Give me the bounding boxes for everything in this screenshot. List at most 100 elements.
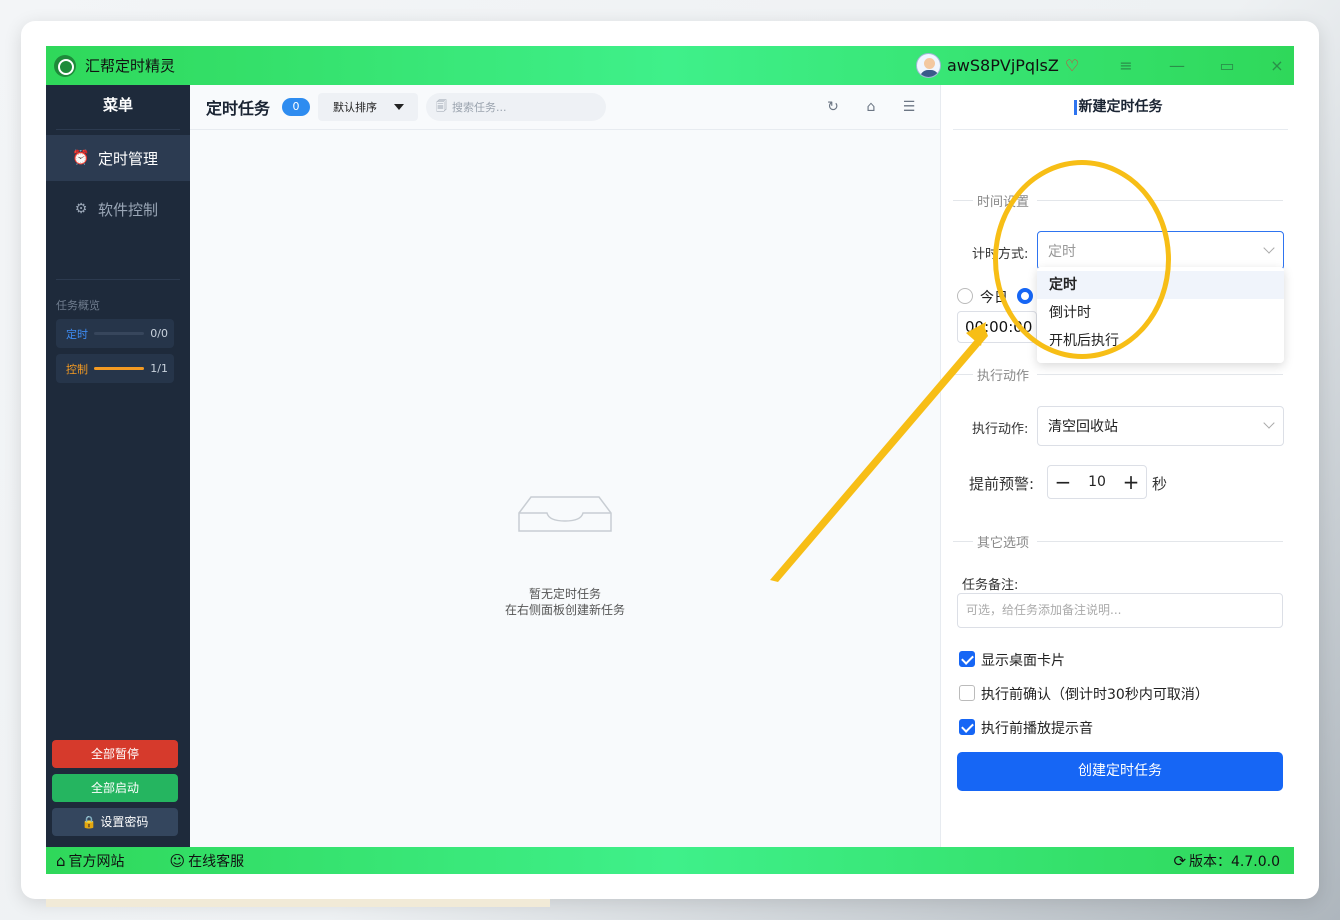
warn-stepper: − 10 + <box>1047 465 1147 499</box>
page-title: 定时任务 <box>206 99 271 118</box>
task-count-badge: 0 <box>282 98 311 116</box>
user-info[interactable]: awS8PVjPqlsZ ♡ <box>916 53 1079 78</box>
plus-icon[interactable]: + <box>1116 467 1146 497</box>
checkbox-label: 执行前播放提示音 <box>981 721 1093 737</box>
list-icon[interactable]: ☰ <box>901 99 917 115</box>
panel-title: 新建定时任务 <box>953 85 1288 130</box>
overview-progress <box>94 332 145 335</box>
new-task-panel: 新建定时任务 时间设置 计时方式: 定时 今日 00:00:00 定时 倒计时 … <box>940 85 1294 847</box>
vip-heart-icon[interactable]: ♡ <box>1065 56 1079 75</box>
lock-icon: 🔒 <box>81 815 97 829</box>
gear-icon: ⚙ <box>74 201 88 217</box>
section-label: 其它选项 <box>977 535 1030 551</box>
taskbar-strip <box>46 899 550 907</box>
alarm-clock-icon: ⏰ <box>72 150 90 166</box>
task-list-header: 定时任务 0 默认排序 🗐 搜索任务... ↻ ⌂ ☰ <box>190 85 940 130</box>
document-search-icon: 🗐 <box>436 99 448 113</box>
radio-today[interactable] <box>957 288 973 304</box>
overview-row-control: 控制 1/1 <box>56 354 174 383</box>
warn-label: 提前预警: <box>969 475 1035 493</box>
status-bar: ⌂ 官方网站 ☺ 在线客服 ⟳ 版本：4.7.0.0 <box>46 847 1294 874</box>
dropdown-option-on-boot[interactable]: 开机后执行 <box>1037 327 1284 355</box>
overview-label: 定时 <box>66 327 88 341</box>
title-bar: 汇帮定时精灵 awS8PVjPqlsZ ♡ ≡ — ▭ × <box>46 46 1294 85</box>
dropdown-option-countdown[interactable]: 倒计时 <box>1037 299 1284 327</box>
avatar[interactable] <box>916 53 941 78</box>
overview-label: 控制 <box>66 362 88 376</box>
chevron-down-icon <box>1263 242 1275 254</box>
start-all-button[interactable]: 全部启动 <box>52 774 178 802</box>
section-other-options: 其它选项 <box>953 531 1283 551</box>
divider <box>56 279 180 280</box>
checkbox-show-desktop-card[interactable] <box>959 651 975 667</box>
empty-line-2: 在右侧面板创建新任务 <box>504 603 625 617</box>
refresh-icon: ⟳ <box>1173 851 1187 870</box>
timing-mode-label: 计时方式: <box>972 247 1029 262</box>
sort-select-value: 默认排序 <box>333 101 378 114</box>
app-title: 汇帮定时精灵 <box>85 57 176 75</box>
task-list-area: 定时任务 0 默认排序 🗐 搜索任务... ↻ ⌂ ☰ 暂无定时任务 在右侧面板… <box>190 85 940 847</box>
empty-inbox-icon <box>518 496 612 532</box>
refresh-icon[interactable]: ↻ <box>825 99 841 115</box>
app-window: 汇帮定时精灵 awS8PVjPqlsZ ♡ ≡ — ▭ × 菜单 ⏰ 定时管理 … <box>46 46 1294 874</box>
sidebar-item-label: 软件控制 <box>98 200 159 219</box>
section-time-settings: 时间设置 <box>953 190 1283 210</box>
set-password-label: 设置密码 <box>100 815 149 829</box>
action-select[interactable]: 清空回收站 <box>1037 406 1284 446</box>
warn-unit: 秒 <box>1152 475 1168 493</box>
section-label: 执行动作 <box>977 368 1030 384</box>
action-label: 执行动作: <box>972 422 1029 437</box>
overview-count: 1/1 <box>150 362 168 375</box>
username[interactable]: awS8PVjPqlsZ <box>947 56 1059 75</box>
warn-value[interactable]: 10 <box>1078 474 1116 490</box>
pause-all-button[interactable]: 全部暂停 <box>52 740 178 768</box>
overview-progress <box>94 367 145 370</box>
minus-icon[interactable]: − <box>1048 467 1078 497</box>
home-icon: ⌂ <box>56 851 66 870</box>
search-input[interactable]: 🗐 搜索任务... <box>426 93 607 121</box>
website-label: 官方网站 <box>68 853 125 870</box>
support-link[interactable]: ☺ 在线客服 <box>170 851 245 871</box>
checkbox-label: 显示桌面卡片 <box>981 653 1065 669</box>
time-input[interactable]: 00:00:00 <box>957 311 1037 343</box>
notes-label: 任务备注: <box>962 578 1019 593</box>
app-logo-icon <box>54 54 76 77</box>
sidebar: 菜单 ⏰ 定时管理 ⚙ 软件控制 任务概览 定时 0/0 控制 1/1 全部暂停… <box>46 85 190 847</box>
overview-progress-fill <box>94 367 145 370</box>
section-action: 执行动作 <box>953 364 1283 384</box>
maximize-icon[interactable]: ▭ <box>1216 55 1238 77</box>
menu-icon[interactable]: ≡ <box>1115 55 1137 77</box>
action-value: 清空回收站 <box>1048 419 1118 435</box>
overview-row-timer: 定时 0/0 <box>56 319 174 348</box>
sidebar-item-software-control[interactable]: ⚙ 软件控制 <box>46 186 190 232</box>
version-info[interactable]: ⟳ 版本：4.7.0.0 <box>1173 851 1280 871</box>
minimize-icon[interactable]: — <box>1166 55 1188 77</box>
timing-mode-select[interactable]: 定时 <box>1037 231 1284 270</box>
close-icon[interactable]: × <box>1266 55 1288 77</box>
notes-input[interactable]: 可选，给任务添加备注说明... <box>957 593 1283 628</box>
sort-select[interactable]: 默认排序 <box>318 93 419 121</box>
website-link[interactable]: ⌂ 官方网站 <box>56 851 125 871</box>
caret-down-icon <box>394 104 405 110</box>
support-label: 在线客服 <box>188 853 245 870</box>
timing-mode-value: 定时 <box>1048 243 1076 260</box>
dropdown-option-scheduled[interactable]: 定时 <box>1037 271 1284 299</box>
set-password-button[interactable]: 🔒 设置密码 <box>52 808 178 836</box>
checkbox-play-sound[interactable] <box>959 719 975 735</box>
sidebar-item-timer-management[interactable]: ⏰ 定时管理 <box>46 135 190 181</box>
timing-mode-dropdown: 定时 倒计时 开机后执行 <box>1037 267 1284 363</box>
create-task-button[interactable]: 创建定时任务 <box>957 752 1283 791</box>
checkbox-label: 执行前确认（倒计时30秒内可取消） <box>981 687 1209 703</box>
section-label: 时间设置 <box>977 194 1030 210</box>
clear-icon[interactable]: ⌂ <box>863 99 879 115</box>
radio-specific-date[interactable] <box>1017 288 1033 304</box>
version-label: 版本：4.7.0.0 <box>1189 853 1280 870</box>
overview-title: 任务概览 <box>56 299 100 312</box>
empty-state-text: 暂无定时任务 在右侧面板创建新任务 <box>190 586 940 618</box>
chevron-down-icon <box>1263 417 1275 429</box>
checkbox-confirm-before-run[interactable] <box>959 685 975 701</box>
headset-icon: ☺ <box>169 851 186 870</box>
radio-today-label: 今日 <box>980 290 1008 306</box>
overview-count: 0/0 <box>150 327 168 340</box>
search-placeholder: 搜索任务... <box>452 101 507 114</box>
